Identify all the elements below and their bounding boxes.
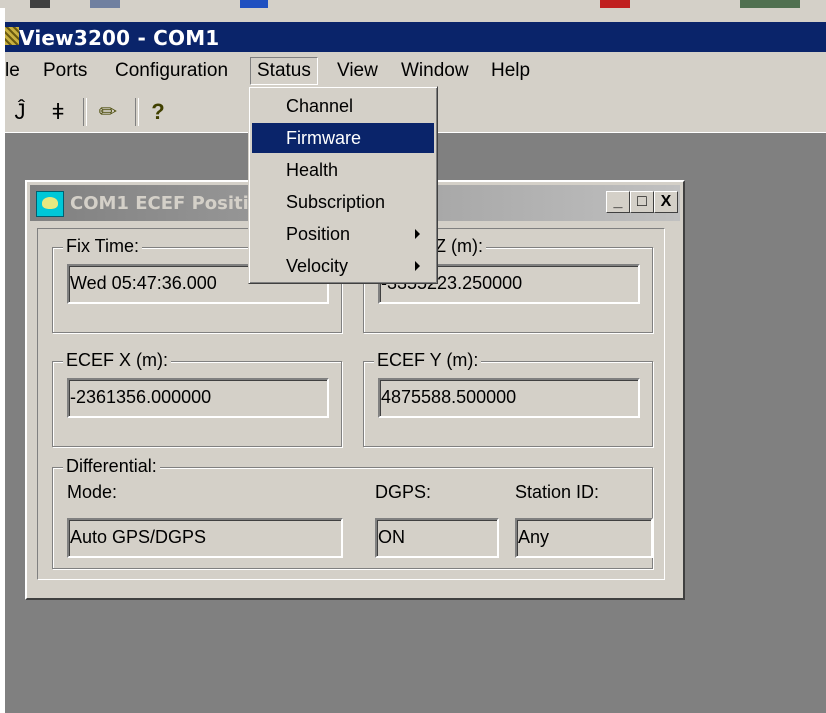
- differential-group: Differential: Mode: DGPS: Station ID: Au…: [52, 456, 653, 569]
- top-strip: [0, 0, 826, 8]
- menubar: le Ports Configuration Status View Windo…: [5, 54, 826, 88]
- menu-status[interactable]: Status: [250, 57, 318, 85]
- status-dropdown-menu: Channel Firmware Health Subscription Pos…: [248, 86, 438, 284]
- menu-window[interactable]: Window: [401, 58, 469, 84]
- app-icon: [5, 27, 19, 45]
- ecef-y-field[interactable]: 4875588.500000: [378, 378, 640, 418]
- menu-help[interactable]: Help: [491, 58, 530, 84]
- submenu-arrow-icon: [415, 229, 420, 239]
- ecef-y-group: ECEF Y (m): 4875588.500000: [363, 350, 653, 447]
- eraser-icon[interactable]: ✏: [95, 98, 121, 126]
- menu-ports[interactable]: Ports: [43, 58, 87, 84]
- submenu-arrow-icon: [415, 261, 420, 271]
- menu-item-health[interactable]: Health: [252, 155, 434, 185]
- minimize-button[interactable]: _: [606, 191, 630, 213]
- ecef-z-label: Z (m):: [432, 236, 486, 257]
- toolbar-separator: [83, 98, 87, 126]
- fix-time-label: Fix Time:: [63, 236, 143, 257]
- menu-item-label: Channel: [286, 96, 354, 116]
- menu-item-position[interactable]: Position: [252, 219, 434, 249]
- menu-item-subscription[interactable]: Subscription: [252, 187, 434, 217]
- ecef-x-label: ECEF X (m):: [63, 350, 171, 371]
- disconnect-icon[interactable]: ǂ: [45, 98, 71, 126]
- dgps-field[interactable]: ON: [375, 518, 499, 558]
- menu-view[interactable]: View: [337, 58, 378, 84]
- app-titlebar[interactable]: View3200 - COM1: [5, 22, 826, 52]
- ecef-x-group: ECEF X (m): -2361356.000000: [52, 350, 342, 447]
- mode-field[interactable]: Auto GPS/DGPS: [67, 518, 343, 558]
- ecef-x-field[interactable]: -2361356.000000: [67, 378, 329, 418]
- differential-label: Differential:: [63, 456, 160, 477]
- help-icon[interactable]: ?: [145, 98, 171, 126]
- station-id-field[interactable]: Any: [515, 518, 653, 558]
- window-icon: [36, 191, 64, 217]
- connect-icon[interactable]: Ĵ: [7, 98, 33, 126]
- menu-item-label: Position: [286, 224, 351, 244]
- app-title: View3200 - COM1: [19, 26, 220, 50]
- window-title: COM1 ECEF Positi: [70, 193, 249, 214]
- ecef-y-label: ECEF Y (m):: [374, 350, 482, 371]
- maximize-button[interactable]: □: [630, 191, 654, 213]
- menu-item-label: Subscription: [286, 192, 386, 212]
- menu-item-velocity[interactable]: Velocity: [252, 251, 434, 281]
- menu-file[interactable]: le: [5, 58, 20, 84]
- menu-configuration[interactable]: Configuration: [115, 58, 228, 84]
- mode-label: Mode:: [67, 482, 118, 502]
- dgps-label: DGPS:: [375, 482, 432, 502]
- menu-item-label: Velocity: [286, 256, 349, 276]
- menu-item-channel[interactable]: Channel: [252, 91, 434, 121]
- menu-item-label: Health: [286, 160, 339, 180]
- menu-item-label: Firmware: [286, 128, 361, 148]
- station-id-label: Station ID:: [515, 482, 600, 502]
- close-button[interactable]: X: [654, 191, 678, 213]
- toolbar-separator: [135, 98, 139, 126]
- menu-item-firmware[interactable]: Firmware: [252, 123, 434, 153]
